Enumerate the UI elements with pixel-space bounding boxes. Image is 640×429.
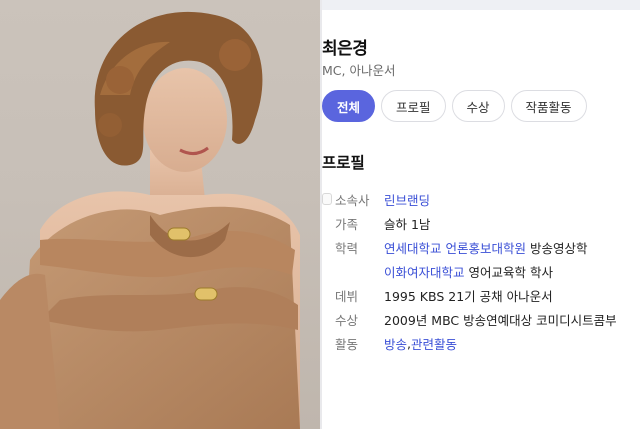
tab-works[interactable]: 작품활동 [510, 90, 587, 122]
detail-label: 가족 [335, 216, 359, 232]
person-occupation: MC, 아나운서 [322, 63, 396, 78]
profile-panel: 최은경 MC, 아나운서 전체 프로필 수상 작품활동 프로필 소속사 린브랜딩… [322, 0, 640, 429]
detail-row-education-2: 이화여자대학교 영어교육학 학사 [322, 259, 640, 283]
detail-row-education: 학력 연세대학교 언론홍보대학원 방송영상학 [322, 235, 640, 259]
detail-row-family: 가족 슬하 1남 [322, 211, 640, 235]
profile-photo [0, 0, 320, 429]
detail-label: 데뷔 [335, 288, 359, 304]
detail-row-agency: 소속사 린브랜딩 [322, 187, 640, 211]
detail-label: 활동 [335, 336, 359, 352]
row-marker [322, 193, 332, 205]
grad-school-link[interactable]: 언론홍보대학원 [446, 238, 527, 257]
profile-details: 소속사 린브랜딩 가족 슬하 1남 학력 연세대학교 언론홍보대학원 방송영상학… [322, 187, 640, 355]
person-name: 최은경 [322, 39, 368, 59]
school-link-ewha[interactable]: 이화여자대학교 [384, 262, 465, 281]
family-value: 슬하 1남 [384, 216, 431, 232]
activity-link-broadcast[interactable]: 방송 [384, 334, 407, 353]
tab-profile[interactable]: 프로필 [381, 90, 446, 122]
detail-label: 수상 [335, 312, 359, 328]
top-strip [322, 0, 640, 10]
school-link-yonsei[interactable]: 연세대학교 [384, 238, 442, 257]
award-value: 2009년 MBC 방송연예대상 코미디시트콤부 [384, 312, 617, 328]
agency-link[interactable]: 린브랜딩 [384, 190, 430, 209]
detail-row-debut: 데뷔 1995 KBS 21기 공채 아나운서 [322, 283, 640, 307]
activity-link-related[interactable]: 관련활동 [411, 334, 457, 353]
major-value: 방송영상학 [530, 240, 588, 256]
debut-value: 1995 KBS 21기 공채 아나운서 [384, 288, 553, 304]
detail-row-activity: 활동 방송 , 관련활동 [322, 331, 640, 355]
tab-all[interactable]: 전체 [322, 90, 376, 122]
detail-row-award: 수상 2009년 MBC 방송연예대상 코미디시트콤부 [322, 307, 640, 331]
section-title: 프로필 [322, 154, 365, 172]
detail-label: 학력 [335, 240, 359, 256]
tab-awards[interactable]: 수상 [451, 90, 505, 122]
tab-bar: 전체 프로필 수상 작품활동 [322, 90, 587, 122]
degree-value: 영어교육학 학사 [468, 264, 553, 280]
